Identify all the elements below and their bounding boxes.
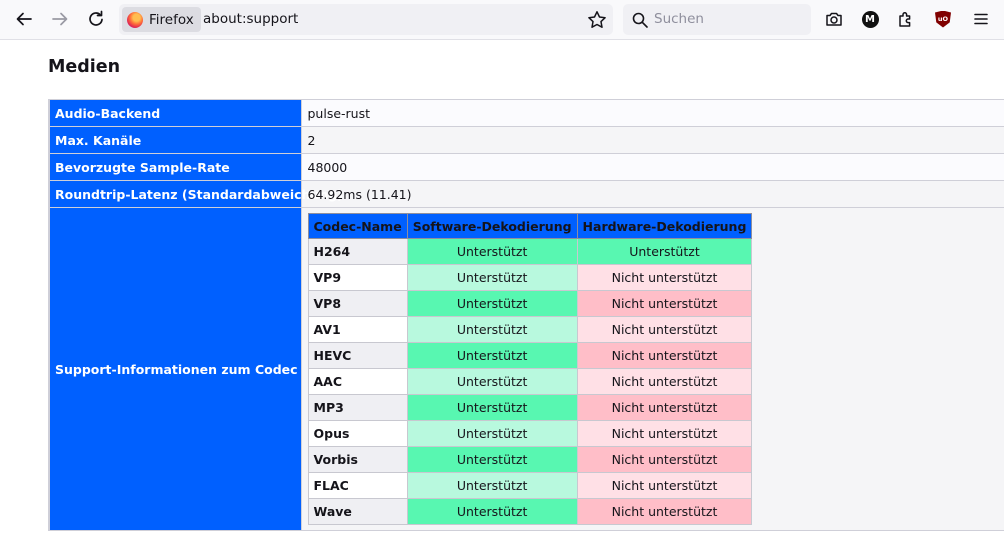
hardware-decoding-status: Nicht unterstützt (576, 290, 753, 317)
extension-m-button[interactable]: M (855, 4, 885, 34)
software-decoding-status: Unterstützt (406, 420, 578, 447)
codec-row-hevc: HEVC Unterstützt Nicht unterstützt (307, 342, 753, 369)
url-text[interactable]: about:support (203, 4, 298, 35)
browser-toolbar: Firefox about:support Suchen M uO (0, 0, 1004, 40)
search-box[interactable]: Suchen (623, 4, 811, 35)
camera-icon (826, 12, 842, 26)
codec-header-hardware: Hardware-Dekodierung (576, 213, 753, 239)
bookmark-star-icon[interactable] (587, 10, 607, 30)
codec-row-h264: H264 Unterstützt Unterstützt (307, 238, 753, 265)
codec-name: AAC (307, 368, 408, 395)
hardware-decoding-status: Nicht unterstützt (576, 420, 753, 447)
hardware-decoding-status: Nicht unterstützt (576, 342, 753, 369)
codec-row-wave: Wave Unterstützt Nicht unterstützt (307, 498, 753, 525)
row-value: 64.92ms (11.41) (300, 180, 1004, 208)
hardware-decoding-status: Nicht unterstützt (576, 394, 753, 421)
hardware-decoding-status: Nicht unterstützt (576, 264, 753, 291)
row-label: Bevorzugte Sample-Rate (48, 153, 302, 181)
hardware-decoding-status: Nicht unterstützt (576, 446, 753, 473)
codec-row-opus: Opus Unterstützt Nicht unterstützt (307, 420, 753, 447)
codec-name: H264 (307, 238, 408, 265)
codec-row-aac: AAC Unterstützt Nicht unterstützt (307, 368, 753, 395)
table-row-codec: Support-Informationen zum Codec Codec-Na… (48, 207, 1004, 531)
section-title: Medien (48, 57, 121, 77)
software-decoding-status: Unterstützt (406, 498, 578, 525)
ublock-button[interactable]: uO (928, 4, 958, 34)
codec-name: Wave (307, 498, 408, 525)
software-decoding-status: Unterstützt (406, 264, 578, 291)
puzzle-piece-icon (899, 11, 911, 27)
codec-row-flac: FLAC Unterstützt Nicht unterstützt (307, 472, 753, 499)
row-label: Roundtrip-Latenz (Standardabweichung) (48, 180, 343, 208)
table-row: Roundtrip-Latenz (Standardabweichung) 64… (48, 180, 1004, 208)
url-bar[interactable]: Firefox about:support (119, 4, 613, 35)
search-placeholder: Suchen (654, 11, 704, 27)
reload-button[interactable] (81, 4, 111, 34)
software-decoding-status: Unterstützt (406, 342, 578, 369)
codec-row-av1: AV1 Unterstützt Nicht unterstützt (307, 316, 753, 343)
software-decoding-status: Unterstützt (406, 446, 578, 473)
software-decoding-status: Unterstützt (406, 316, 578, 343)
codec-name: AV1 (307, 316, 408, 343)
search-icon (632, 12, 648, 28)
extensions-button[interactable] (891, 4, 921, 34)
hardware-decoding-status: Nicht unterstützt (576, 368, 753, 395)
codec-name: MP3 (307, 394, 408, 421)
media-info-table: Audio-Backend pulse-rust Max. Kanäle 2 B… (48, 99, 1004, 531)
arrow-left-icon (16, 12, 32, 26)
codec-row-vp8: VP8 Unterstützt Nicht unterstützt (307, 290, 753, 317)
codec-name: VP8 (307, 290, 408, 317)
software-decoding-status: Unterstützt (406, 472, 578, 499)
table-row: Bevorzugte Sample-Rate 48000 (48, 153, 1004, 181)
back-button[interactable] (9, 4, 39, 34)
codec-row-vp9: VP9 Unterstützt Nicht unterstützt (307, 264, 753, 291)
screenshot-button[interactable] (819, 4, 849, 34)
firefox-logo-icon (127, 11, 143, 28)
row-value: pulse-rust (300, 99, 1004, 127)
extension-m-icon: M (861, 10, 879, 28)
codec-header-row: Codec-Name Software-Dekodierung Hardware… (307, 213, 753, 239)
identity-box[interactable]: Firefox (122, 7, 201, 32)
hardware-decoding-status: Nicht unterstützt (576, 498, 753, 525)
hamburger-menu-icon (974, 13, 988, 25)
codec-name: Vorbis (307, 446, 408, 473)
row-value: 48000 (300, 153, 1004, 181)
row-label: Audio-Backend (48, 99, 302, 127)
codec-name: HEVC (307, 342, 408, 369)
row-value: 2 (300, 126, 1004, 154)
row-label: Support-Informationen zum Codec (48, 207, 302, 531)
row-label: Max. Kanäle (48, 126, 302, 154)
hardware-decoding-status: Unterstützt (576, 238, 753, 265)
table-row: Max. Kanäle 2 (48, 126, 1004, 154)
forward-button[interactable] (45, 4, 75, 34)
codec-name: Opus (307, 420, 408, 447)
hardware-decoding-status: Nicht unterstützt (576, 472, 753, 499)
software-decoding-status: Unterstützt (406, 238, 578, 265)
codec-name: FLAC (307, 472, 408, 499)
hardware-decoding-status: Nicht unterstützt (576, 316, 753, 343)
ublock-shield-icon: uO (935, 10, 951, 28)
codec-row-vorbis: Vorbis Unterstützt Nicht unterstützt (307, 446, 753, 473)
software-decoding-status: Unterstützt (406, 394, 578, 421)
codec-header-software: Software-Dekodierung (406, 213, 578, 239)
app-menu-button[interactable] (966, 4, 996, 34)
software-decoding-status: Unterstützt (406, 290, 578, 317)
codec-header-name: Codec-Name (307, 213, 408, 239)
codec-row-mp3: MP3 Unterstützt Nicht unterstützt (307, 394, 753, 421)
codec-name: VP9 (307, 264, 408, 291)
arrow-right-icon (52, 12, 68, 26)
table-row: Audio-Backend pulse-rust (48, 99, 1004, 127)
codec-table: Codec-Name Software-Dekodierung Hardware… (307, 213, 753, 525)
reload-icon (89, 10, 103, 26)
software-decoding-status: Unterstützt (406, 368, 578, 395)
identity-label: Firefox (149, 11, 194, 28)
codec-cell: Codec-Name Software-Dekodierung Hardware… (300, 207, 1004, 531)
